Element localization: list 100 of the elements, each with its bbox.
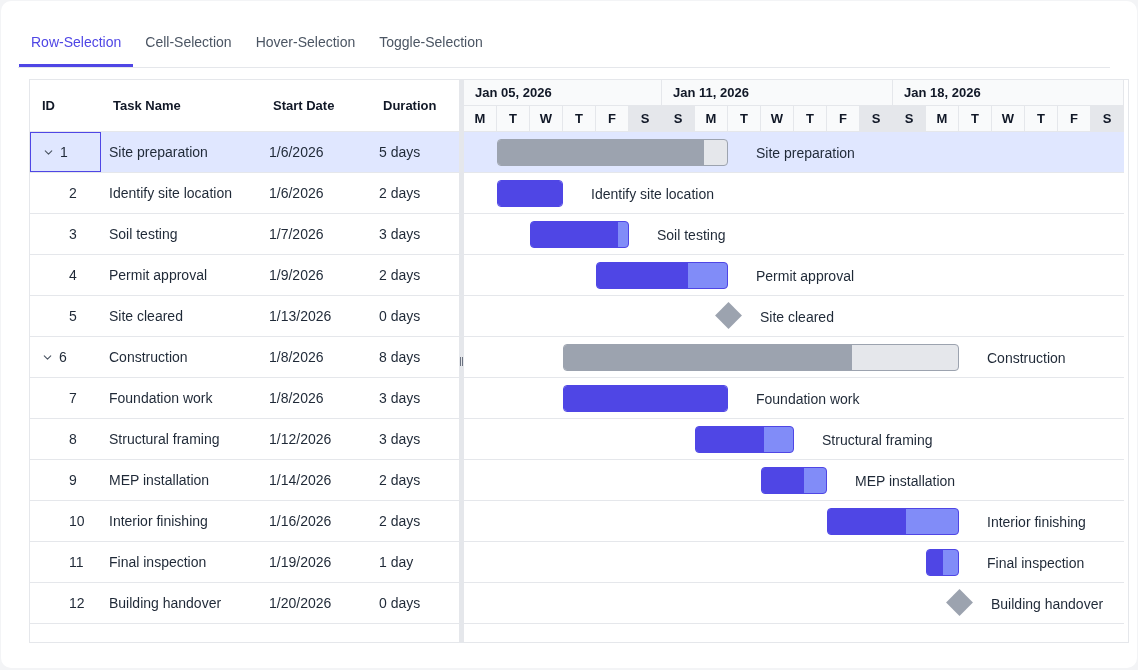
start-date-cell-text: 1/13/2026 — [268, 306, 333, 326]
task-name-cell-text: Building handover — [108, 593, 223, 613]
day-header: T — [794, 106, 827, 131]
task-name-cell-text: Site preparation — [108, 142, 209, 162]
summary-bar[interactable] — [497, 139, 728, 166]
duration-cell-text: 2 days — [378, 470, 422, 490]
day-header: T — [959, 106, 992, 131]
id-cell-text: 3 — [68, 224, 77, 244]
id-cell-text: 7 — [68, 388, 77, 408]
task-name-cell-text: Interior finishing — [108, 511, 209, 531]
day-header: W — [761, 106, 794, 131]
duration-cell-text: 2 days — [378, 511, 422, 531]
start-date-cell-text: 1/6/2026 — [268, 142, 325, 162]
duration-cell-text: 0 days — [378, 306, 422, 326]
task-bar[interactable] — [695, 426, 794, 453]
id-cell-text: 12 — [68, 593, 85, 613]
start-date-cell-text: 1/12/2026 — [268, 429, 333, 449]
id-cell-text: 4 — [68, 265, 77, 285]
id-cell-text: 2 — [68, 183, 77, 203]
task-bar[interactable] — [497, 180, 563, 207]
column-header: Start Date — [272, 96, 336, 115]
id-cell-text: 5 — [68, 306, 77, 326]
column-header: Task Name — [112, 96, 182, 115]
start-date-cell-text: 1/7/2026 — [268, 224, 325, 244]
bar-label: Foundation work — [756, 390, 860, 409]
duration-cell-text: 2 days — [378, 183, 422, 203]
task-bar[interactable] — [596, 262, 728, 289]
day-header: T — [563, 106, 596, 131]
task-bar[interactable] — [530, 221, 629, 248]
week-header: Jan 05, 2026 — [464, 80, 662, 105]
bar-label: Interior finishing — [987, 513, 1086, 532]
day-header: W — [992, 106, 1025, 131]
tab[interactable]: Cell-Selection — [133, 21, 244, 67]
start-date-cell-text: 1/9/2026 — [268, 265, 325, 285]
day-header: W — [530, 106, 563, 131]
start-date-cell-text: 1/6/2026 — [268, 183, 325, 203]
day-header: M — [926, 106, 959, 131]
column-header: ID — [41, 96, 56, 115]
task-name-cell-text: Construction — [108, 347, 189, 367]
day-header: S — [629, 106, 662, 131]
day-header: F — [596, 106, 629, 131]
bar-label: Structural framing — [822, 431, 933, 450]
task-name-cell-text: Site cleared — [108, 306, 184, 326]
duration-cell-text: 5 days — [378, 142, 422, 162]
duration-cell-text: 3 days — [378, 224, 422, 244]
start-date-cell-text: 1/8/2026 — [268, 347, 325, 367]
start-date-cell-text: 1/8/2026 — [268, 388, 325, 408]
bar-label: Site preparation — [756, 144, 855, 163]
day-header: T — [1025, 106, 1058, 131]
day-header: S — [662, 106, 695, 131]
day-header: T — [497, 106, 530, 131]
start-date-cell-text: 1/20/2026 — [268, 593, 333, 613]
tab[interactable]: Row-Selection — [19, 21, 134, 67]
task-bar[interactable] — [926, 549, 959, 576]
day-header: T — [728, 106, 761, 131]
bar-label: Soil testing — [657, 226, 726, 245]
id-cell-text: 1 — [59, 142, 68, 162]
task-bar[interactable] — [827, 508, 959, 535]
day-header: F — [827, 106, 860, 131]
duration-cell-text: 0 days — [378, 593, 422, 613]
tab[interactable]: Toggle-Selection — [367, 21, 495, 67]
duration-cell-text: 8 days — [378, 347, 422, 367]
summary-bar[interactable] — [563, 344, 959, 371]
duration-cell-text: 2 days — [378, 265, 422, 285]
id-cell-text: 9 — [68, 470, 77, 490]
id-cell-text: 10 — [68, 511, 85, 531]
task-row[interactable]: 1 Site preparation 1/6/2026 5 days — [30, 132, 459, 173]
start-date-cell-text: 1/19/2026 — [268, 552, 333, 572]
task-name-cell-text: Final inspection — [108, 552, 208, 572]
duration-cell-text: 3 days — [378, 388, 422, 408]
bar-label: Permit approval — [756, 267, 855, 286]
id-cell-text: 6 — [58, 347, 67, 367]
task-name-cell-text: Structural framing — [108, 429, 221, 449]
task-name-cell-text: MEP installation — [108, 470, 211, 490]
week-header: Jan 11, 2026 — [662, 80, 893, 105]
id-cell-text: 11 — [68, 552, 84, 572]
task-name-cell-text: Soil testing — [108, 224, 179, 244]
task-bar[interactable] — [761, 467, 827, 494]
day-header: S — [1091, 106, 1124, 131]
day-header: S — [893, 106, 926, 131]
bar-label: Construction — [987, 349, 1066, 368]
week-header: Jan 18, 2026 — [893, 80, 1124, 105]
task-name-cell-text: Permit approval — [108, 265, 209, 285]
tab[interactable]: Hover-Selection — [243, 21, 368, 67]
column-header: Duration — [382, 96, 438, 115]
bar-label: Building handover — [991, 595, 1104, 614]
day-header: F — [1058, 106, 1091, 131]
day-header: M — [695, 106, 728, 131]
bar-label: MEP installation — [855, 472, 956, 491]
duration-cell-text: 3 days — [378, 429, 422, 449]
duration-cell-text: 1 day — [378, 552, 415, 572]
bar-label: Identify site location — [591, 185, 714, 204]
start-date-cell-text: 1/16/2026 — [268, 511, 333, 531]
task-name-cell-text: Identify site location — [108, 183, 233, 203]
day-header: S — [860, 106, 893, 131]
bar-label: Final inspection — [987, 554, 1085, 573]
day-header: M — [464, 106, 497, 131]
task-name-cell-text: Foundation work — [108, 388, 214, 408]
id-cell-text: 8 — [68, 429, 77, 449]
start-date-cell-text: 1/14/2026 — [268, 470, 333, 490]
